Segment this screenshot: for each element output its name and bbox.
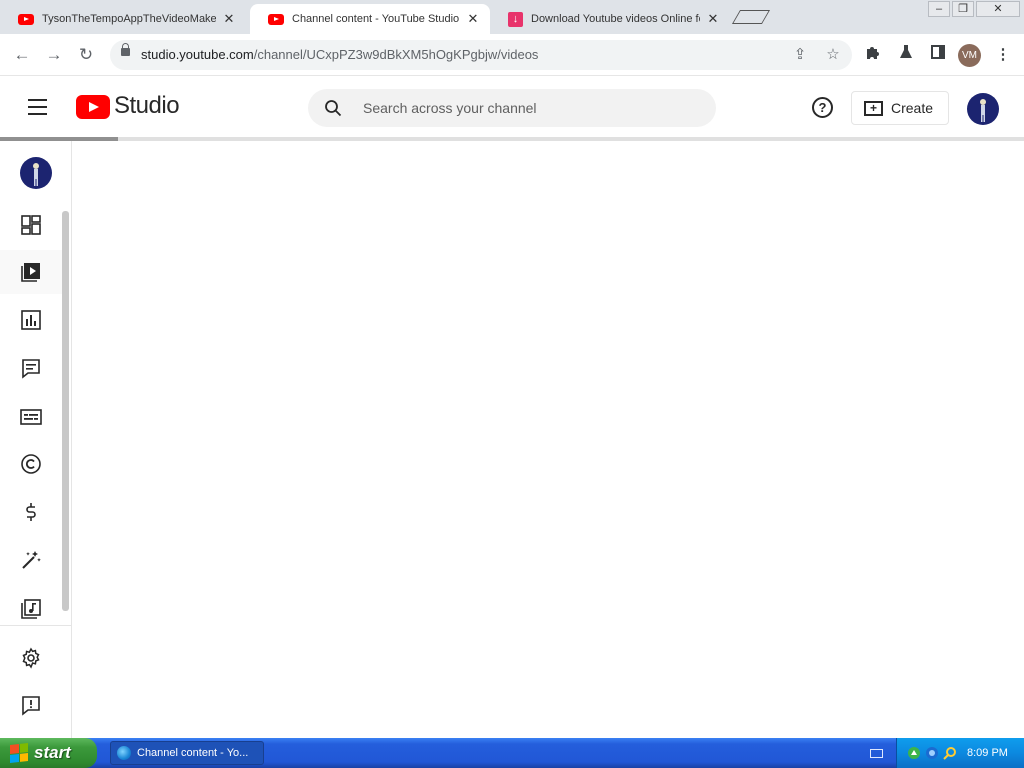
sidebar-item-dashboard[interactable] (0, 203, 62, 247)
search-box[interactable] (308, 89, 716, 127)
account-avatar[interactable] (967, 93, 999, 125)
studio-header: Studio ? + Create (0, 77, 1024, 138)
tab-download-youtube-videos[interactable]: ↓ Download Youtube videos Online fo ✕ (490, 4, 730, 34)
sidebar-item-comments[interactable] (0, 346, 62, 390)
search-input[interactable] (363, 89, 703, 127)
youtube-logo-icon[interactable] (76, 95, 110, 119)
sidebar-item-subtitles[interactable] (0, 395, 62, 439)
bookmark-star-icon[interactable]: ☆ (823, 45, 843, 65)
help-icon[interactable]: ? (812, 97, 833, 118)
browser-globe-icon (117, 746, 131, 760)
subtitles-icon (20, 409, 42, 425)
clock: 8:09 PM (967, 747, 1008, 759)
sidebar-item-earn[interactable] (0, 490, 62, 534)
lock-icon[interactable] (121, 43, 130, 56)
sidebar-item-content[interactable] (0, 250, 62, 294)
studio-sidebar (0, 141, 72, 738)
network-tray-icon[interactable] (907, 746, 921, 760)
close-tab-icon[interactable]: ✕ (466, 12, 480, 26)
taskbar-item-label: Channel content - Yo... (137, 747, 249, 759)
feedback-icon (22, 696, 40, 716)
search-tray-icon[interactable] (943, 746, 957, 760)
tab-title: Channel content - YouTube Studio (292, 13, 460, 25)
search-icon[interactable] (324, 99, 342, 117)
url-text: studio.youtube.com/channel/UCxpPZ3w9dBkX… (141, 47, 538, 62)
analytics-icon (21, 310, 41, 330)
extensions-puzzle-icon[interactable] (862, 44, 884, 66)
taskbar-item-channel-content[interactable]: Channel content - Yo... (110, 741, 264, 765)
create-video-icon: + (864, 100, 883, 116)
url-path: /channel/UCxpPZ3w9dBkXM5hOgKPgbjw/videos (253, 47, 539, 62)
new-tab-button[interactable] (731, 10, 771, 24)
youtube-favicon-icon (268, 13, 284, 25)
dashboard-icon (21, 215, 41, 235)
back-button[interactable]: ← (10, 43, 34, 67)
windows-taskbar: start Channel content - Yo... 8:09 PM (0, 738, 1024, 768)
content-icon (21, 263, 40, 282)
channel-avatar[interactable] (20, 157, 52, 189)
restore-button[interactable]: ❐ (952, 1, 974, 17)
hamburger-menu-icon[interactable] (28, 99, 47, 115)
close-tab-icon[interactable]: ✕ (222, 12, 236, 26)
reload-button[interactable]: ↻ (74, 43, 98, 67)
sidebar-scrollbar[interactable] (62, 211, 69, 611)
system-tray: 8:09 PM (896, 738, 1024, 768)
sidebar-item-copyright[interactable] (0, 442, 62, 486)
monetization-icon (26, 503, 36, 521)
labs-flask-icon[interactable] (895, 44, 917, 66)
channel-content-area (72, 141, 1024, 738)
browser-profile-avatar[interactable]: VM (958, 44, 981, 67)
create-button-label: Create (891, 100, 934, 116)
settings-icon (22, 647, 40, 669)
screen: TysonTheTempoAppTheVideoMaker ✕ Channel … (0, 0, 1024, 768)
keyboard-language-icon[interactable] (870, 749, 883, 758)
volume-tray-icon[interactable] (925, 746, 939, 760)
studio-logo-text[interactable]: Studio (114, 92, 180, 120)
tab-channel-content[interactable]: Channel content - YouTube Studio ✕ (250, 4, 490, 34)
tab-title: Download Youtube videos Online fo (531, 13, 700, 25)
side-panel-icon[interactable] (927, 44, 949, 66)
close-tab-icon[interactable]: ✕ (706, 12, 720, 26)
tab-tyson-the-tempo-app[interactable]: TysonTheTempoAppTheVideoMaker ✕ (0, 4, 246, 34)
url-host: studio.youtube.com (141, 47, 254, 62)
browser-tab-strip: TysonTheTempoAppTheVideoMaker ✕ Channel … (0, 0, 1024, 34)
youtube-favicon-icon (18, 13, 34, 25)
sidebar-item-customization[interactable] (0, 538, 62, 582)
minimize-button[interactable]: – (928, 1, 950, 17)
browser-toolbar: ← → ↻ studio.youtube.com/channel/UCxpPZ3… (0, 34, 1024, 76)
sidebar-item-analytics[interactable] (0, 298, 62, 342)
download-favicon-icon: ↓ (508, 11, 523, 27)
audio-library-icon (21, 599, 41, 619)
comments-icon (22, 359, 40, 379)
address-bar[interactable]: studio.youtube.com/channel/UCxpPZ3w9dBkX… (110, 40, 852, 70)
close-window-button[interactable]: ✕ (976, 1, 1020, 17)
browser-menu-icon[interactable]: ⋮ (992, 44, 1014, 66)
share-icon[interactable]: ⇪ (790, 45, 810, 65)
windows-flag-icon (10, 743, 28, 763)
create-button[interactable]: + Create (851, 91, 949, 125)
sidebar-item-settings[interactable] (0, 636, 62, 680)
start-label: start (34, 743, 71, 762)
start-button[interactable]: start (0, 738, 97, 768)
forward-button[interactable]: → (42, 43, 66, 67)
copyright-icon (21, 454, 41, 474)
sidebar-item-send-feedback[interactable] (0, 683, 62, 727)
tab-title: TysonTheTempoAppTheVideoMaker (42, 13, 216, 25)
customization-icon (22, 551, 41, 569)
sidebar-divider (0, 625, 71, 626)
